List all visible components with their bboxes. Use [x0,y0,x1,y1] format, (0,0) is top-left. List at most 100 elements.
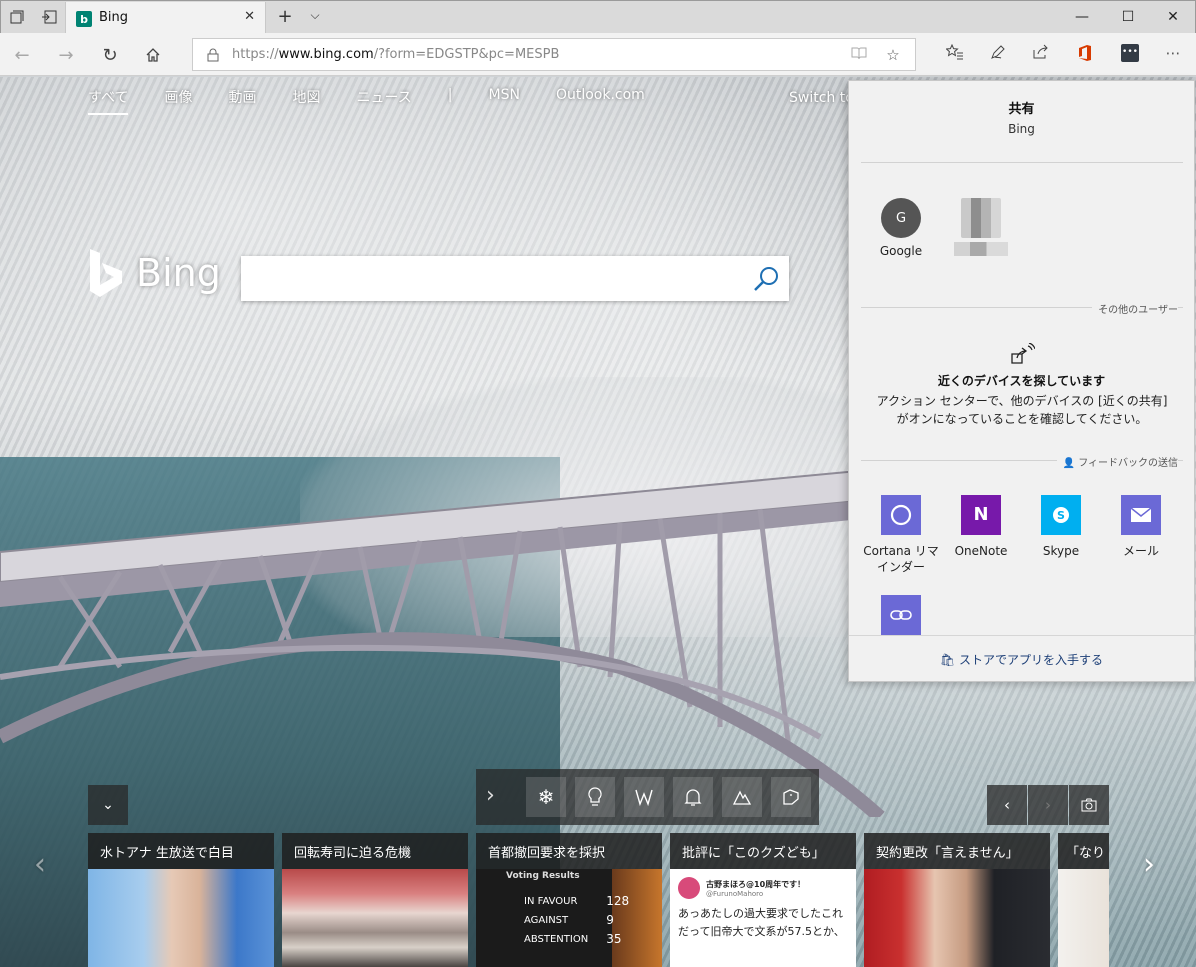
favorite-star-icon[interactable]: ☆ [883,46,903,66]
nav-videos[interactable]: 動画 [228,87,256,115]
navigation-bar: ← → ↻ https://www.bing.com/?form=EDGSTP&… [0,33,1196,76]
nav-maps[interactable]: 地図 [292,87,320,115]
more-menu-icon[interactable]: ⋯ [1163,44,1183,64]
carousel-prev-icon[interactable]: ‹ [34,847,46,882]
contact-avatar: G [881,198,921,238]
mail-icon [1121,495,1161,535]
collapse-news-button[interactable]: ⌄ [88,785,128,825]
nav-separator: | [447,87,453,103]
search-input[interactable] [241,256,789,301]
share-subtitle: Bing [1008,122,1035,136]
news-image [88,869,274,967]
app-cortana[interactable]: Cortana リマインダー [861,495,941,575]
favorites-hub-icon[interactable] [945,43,965,64]
divider [861,162,1183,163]
switch-language-link[interactable]: Switch to [789,90,854,106]
maximize-icon[interactable]: ☐ [1118,7,1138,27]
background-bridge [0,465,900,817]
news-headline: 水トアナ 生放送で白目 [88,833,274,869]
store-bar: 🛍 ストアでアプリを入手する [849,635,1194,681]
tweet-user: 古野まほろ@10周年です！ [706,879,806,889]
next-image-icon[interactable]: › [1028,785,1068,825]
mountain-icon[interactable] [722,777,762,817]
contact-redacted[interactable] [941,198,1021,256]
strip-next-icon[interactable]: › [486,783,495,808]
share-panel: 共有 Bing G Google その他のユーザー 近くのデバイスを探しています… [848,80,1195,682]
contact-google[interactable]: G Google [861,198,941,258]
wiki-icon[interactable] [624,777,664,817]
news-headline: 契約更改「言えません」 [864,833,1050,869]
app-mail[interactable]: メール [1101,495,1181,559]
cortana-icon [881,495,921,535]
url-scheme: https:// [232,47,279,62]
vote-value: 35 [606,932,622,946]
news-card[interactable]: 水トアナ 生放送で白目 [88,833,274,967]
pen-icon[interactable] [988,44,1008,64]
back-icon[interactable]: ← [11,44,33,66]
lock-icon [207,48,219,62]
news-card[interactable]: 回転寿司に迫る危機 [282,833,468,967]
window-close-icon[interactable]: ✕ [1163,7,1183,27]
bing-logo[interactable]: Bing [88,247,221,299]
carousel-next-icon[interactable]: › [1143,847,1155,882]
nav-outlook[interactable]: Outlook.com [556,87,645,115]
close-tab-icon[interactable]: ✕ [244,9,255,24]
store-icon: 🛍 [939,653,956,667]
nav-images[interactable]: 画像 [164,87,192,115]
snowflake-icon[interactable]: ❄ [526,777,566,817]
vote-title: Voting Results [506,871,580,881]
quiz-icon[interactable] [771,777,811,817]
store-link[interactable]: 🛍 ストアでアプリを入手する [849,651,1194,668]
redacted-avatar [961,198,1001,238]
chevron-down-icon[interactable]: ⌵ [306,8,324,23]
vote-label: AGAINST [524,915,569,926]
nav-all[interactable]: すべて [88,87,129,115]
news-headline: 批評に「このクズども」 [670,833,856,869]
news-card[interactable]: 首都撤回要求を採択 Voting Results IN FAVOUR 128 AG… [476,833,662,967]
other-users-label: その他のユーザー [1092,301,1178,316]
extension-icon[interactable]: ••• [1121,44,1141,64]
address-bar[interactable]: https://www.bing.com/?form=EDGSTP&pc=MES… [192,38,916,71]
store-link-label: ストアでアプリを入手する [959,653,1104,667]
app-skype[interactable]: S Skype [1021,495,1101,559]
app-label: Cortana リマインダー [863,544,939,574]
url-host: www.bing.com [278,47,374,62]
nav-news[interactable]: ニュース [356,87,411,115]
new-tab-icon[interactable]: + [275,6,295,27]
camera-icon[interactable] [1069,785,1109,825]
set-tabs-aside-icon[interactable] [40,8,58,26]
nearby-share-icon [1011,343,1035,364]
bell-icon[interactable] [673,777,713,817]
share-icon[interactable] [1031,44,1051,64]
feedback-label: フィードバックの送信 [1078,458,1178,469]
news-card[interactable]: 「なり [1058,833,1109,967]
news-image [1058,869,1109,967]
tab-manager-icon[interactable] [8,8,26,26]
news-card[interactable]: 批評に「このクズども」 古野まほろ@10周年です！ @FurunoMahoro … [670,833,856,967]
search-icon[interactable] [752,265,780,293]
tweet-avatar [678,877,700,899]
news-card[interactable]: 契約更改「言えません」 [864,833,1050,967]
nav-msn[interactable]: MSN [489,87,520,115]
onenote-icon: N [961,495,1001,535]
minimize-icon[interactable]: — [1072,7,1092,27]
nearby-description: アクション センターで、他のデバイスの [近くの共有] がオンになっていることを… [876,394,1168,426]
home-icon[interactable] [142,44,164,66]
forward-icon[interactable]: → [55,44,77,66]
lightbulb-icon[interactable] [575,777,615,817]
url-text: https://www.bing.com/?form=EDGSTP&pc=MES… [232,47,559,62]
news-headline: 「なり [1058,833,1109,869]
feedback-link[interactable]: 👤 フィードバックの送信 [1056,454,1178,469]
bing-top-nav: すべて 画像 動画 地図 ニュース | MSN Outlook.com [88,87,681,115]
app-onenote[interactable]: N OneNote [941,495,1021,559]
reading-view-icon[interactable] [849,46,869,66]
feedback-icon: 👤 [1062,458,1075,469]
previous-image-icon[interactable]: ‹ [987,785,1027,825]
tab-bing[interactable]: b Bing ✕ [65,2,266,34]
bing-b-icon [90,249,122,297]
svg-text:S: S [1057,509,1065,522]
news-image: Voting Results IN FAVOUR 128 AGAINST 9 ABS… [476,869,662,967]
news-headline: 首都撤回要求を採択 [476,833,662,869]
refresh-icon[interactable]: ↻ [99,44,121,66]
office-icon[interactable] [1075,44,1095,64]
